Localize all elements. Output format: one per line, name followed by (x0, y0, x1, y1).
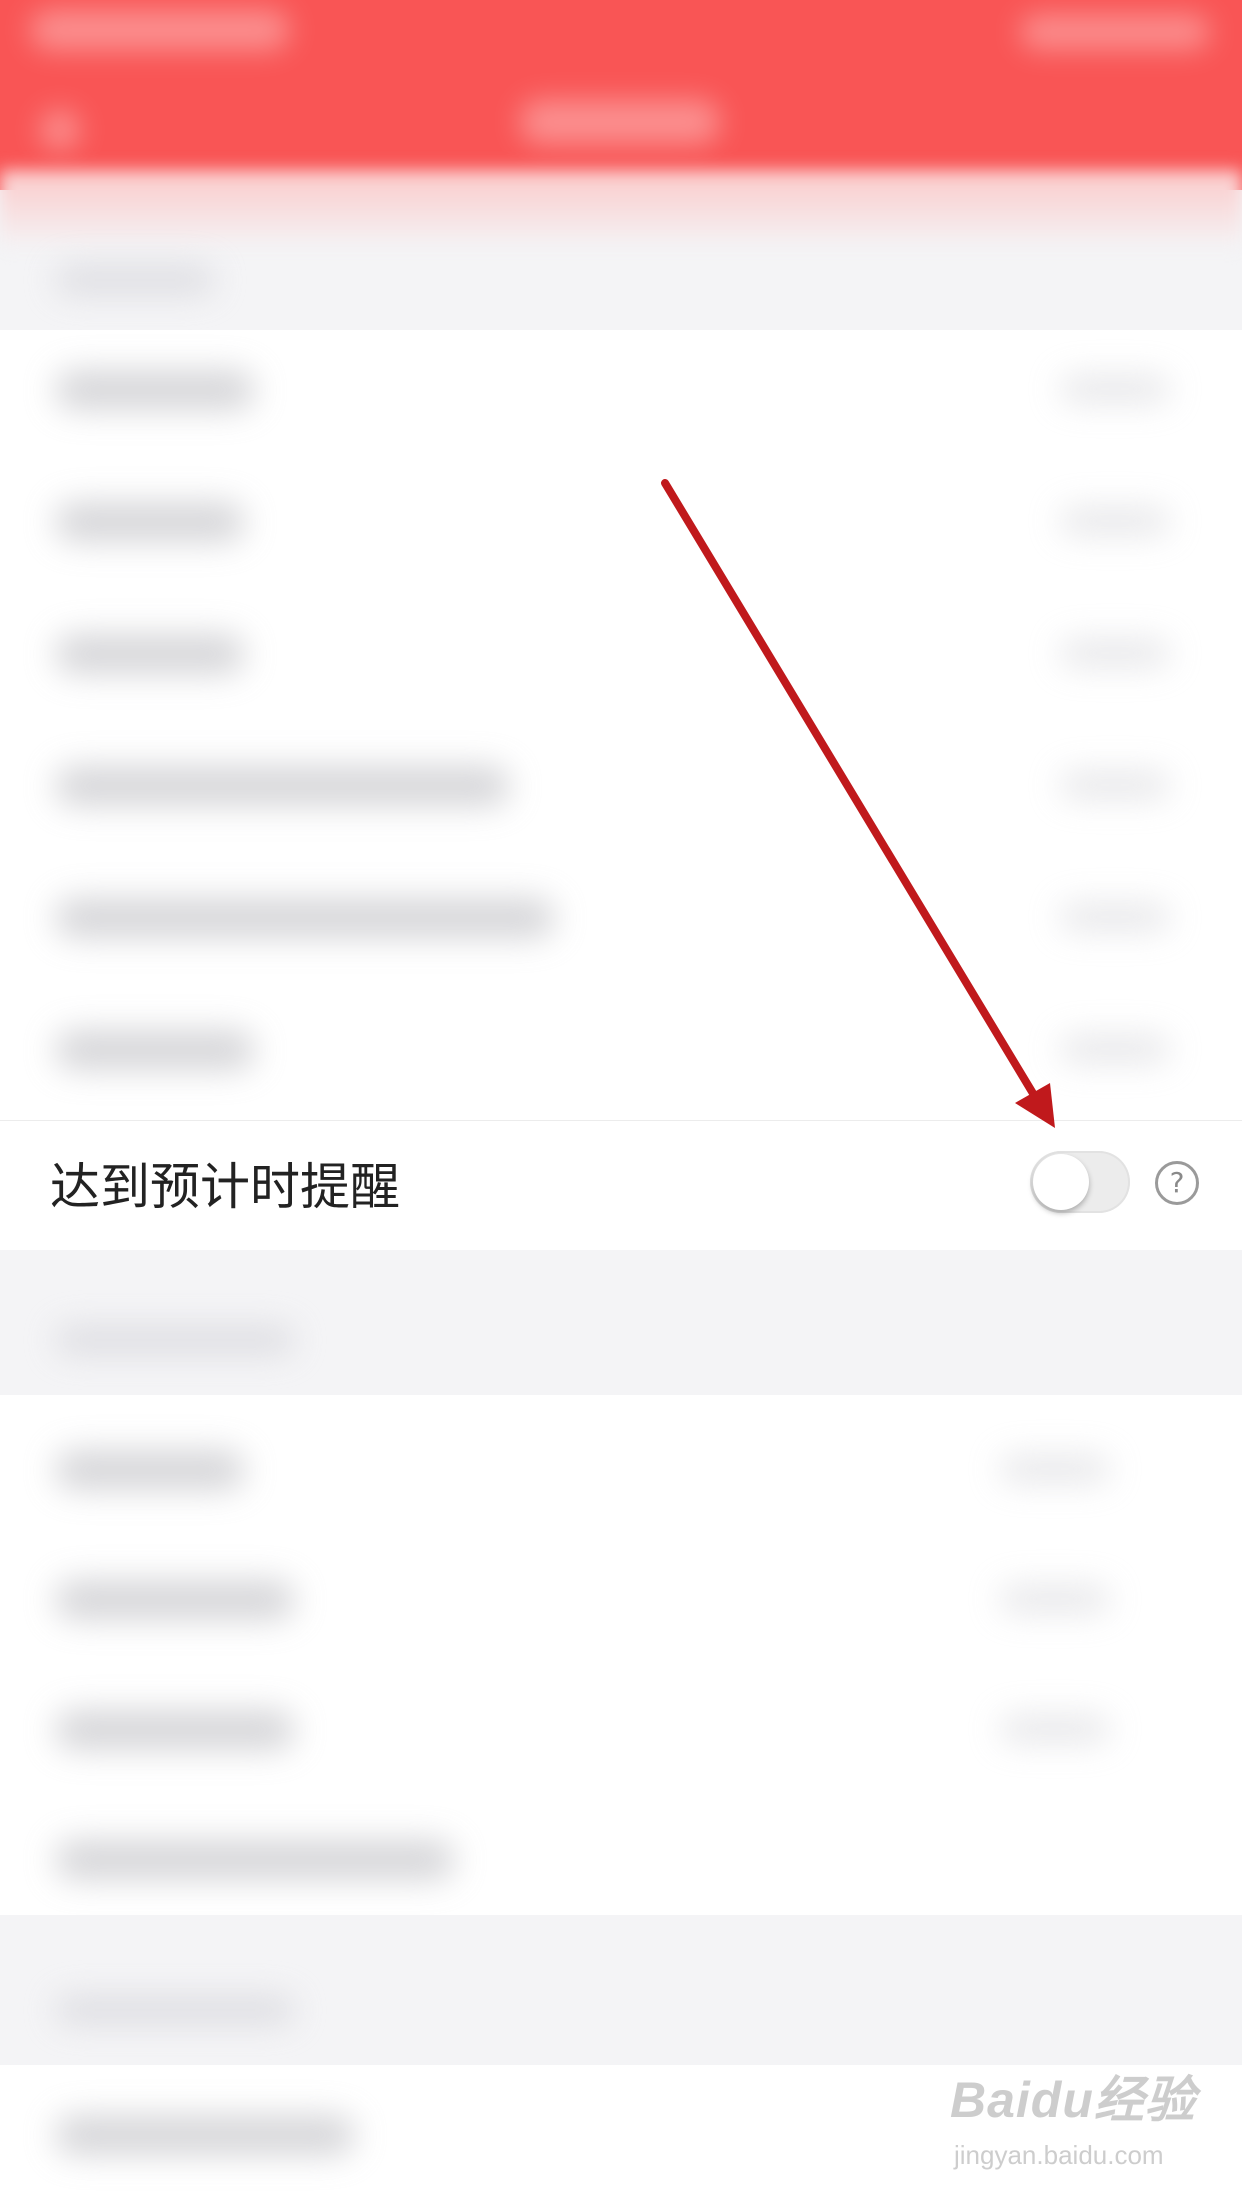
watermark-logo: Baidu经验 (950, 2072, 1196, 2128)
annotation-arrow-icon (661, 479, 1055, 1128)
watermark-url: jingyan.baidu.com (954, 2140, 1164, 2170)
baidu-watermark: Baidu经验 jingyan.baidu.com (950, 2070, 1210, 2190)
